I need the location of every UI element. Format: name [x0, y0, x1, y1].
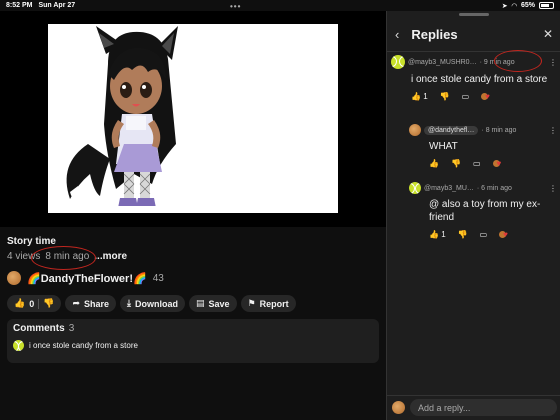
reply-input[interactable]: [410, 399, 557, 416]
comments-count: 3: [68, 323, 75, 334]
save-icon: ▤: [196, 298, 205, 308]
share-button[interactable]: ➦ Share: [65, 295, 117, 312]
more-options-icon[interactable]: ⋮: [549, 58, 557, 67]
like-count: 1: [423, 92, 428, 101]
more-options-icon[interactable]: ⋮: [549, 184, 557, 193]
subscriber-count: 43: [152, 272, 164, 284]
creator-heart-icon: ♥: [492, 159, 501, 168]
comment-age: · 8 min ago: [481, 126, 517, 134]
reply-button[interactable]: ▭: [462, 92, 470, 101]
like-count: 1: [441, 230, 446, 239]
comment-text: WHAT: [429, 141, 458, 152]
dislike-button[interactable]: 👎: [440, 92, 450, 101]
creator-heart-icon: ♥: [499, 230, 508, 239]
like-button[interactable]: 👍: [429, 159, 439, 168]
download-button[interactable]: ⤓ Download: [120, 295, 185, 312]
reply-button[interactable]: ▭: [480, 230, 488, 239]
flag-icon: ⚑: [247, 298, 256, 308]
video-frame: [48, 24, 338, 213]
replies-panel: ‹ Replies ✕ @mayb3_MUSHR0… · 9 min ago ⋮…: [386, 11, 560, 420]
annotation-circle: [31, 246, 96, 270]
reply-comment: @mayb3_MU… · 6 min ago ⋮ @ also a toy fr…: [409, 182, 557, 239]
reply-button[interactable]: ▭: [473, 159, 481, 168]
comment-preview-text: i once stole candy from a store: [29, 341, 138, 350]
wifi-icon: ◠: [511, 2, 517, 10]
close-icon[interactable]: ✕: [543, 27, 553, 41]
battery-icon: [539, 2, 554, 9]
download-icon: ⤓: [127, 298, 131, 308]
more-options-icon[interactable]: ⋮: [549, 126, 557, 135]
status-date: Sun Apr 27: [38, 2, 76, 9]
share-icon: ➦: [72, 298, 80, 308]
reply-comment: @dandythefl… · 8 min ago ⋮ WHAT 👍 👎 ▭ ♥: [409, 124, 557, 168]
channel-name[interactable]: 🌈DandyTheFlower!🌈: [27, 272, 147, 285]
comment-text: @ also a toy from my ex-friend: [429, 199, 541, 223]
comments-card[interactable]: Comments 3 i once stole candy from a sto…: [7, 319, 379, 363]
battery-percent: 65%: [520, 2, 535, 9]
comments-header: Comments 3: [13, 323, 373, 334]
like-count: 0: [29, 298, 35, 309]
comment-actions: 👍 1 👎 ▭ ♥: [411, 92, 557, 101]
dislike-button[interactable]: 👎: [458, 230, 468, 239]
commenter-avatar[interactable]: [409, 124, 421, 136]
commenter-avatar: [13, 340, 24, 351]
comments-label: Comments: [13, 323, 65, 334]
channel-avatar[interactable]: [7, 271, 21, 285]
location-icon: ➤: [501, 2, 508, 10]
user-avatar: [392, 401, 405, 414]
comment-preview[interactable]: i once stole candy from a store: [13, 340, 373, 351]
thumbs-down-icon[interactable]: 👎: [43, 298, 54, 309]
action-row: 👍 0 👎 ➦ Share ⤓ Download ▤ Save ⚑ Report: [7, 295, 296, 312]
like-button[interactable]: 👍 1: [429, 230, 446, 239]
dislike-button[interactable]: 👎: [451, 159, 461, 168]
creator-heart-icon: ♥: [481, 92, 490, 101]
video-title: Story time: [7, 236, 56, 247]
video-player[interactable]: [0, 11, 386, 227]
back-chevron-icon[interactable]: ‹: [395, 27, 399, 42]
commenter-avatar[interactable]: [391, 55, 405, 69]
multitask-dots-icon: •••: [230, 2, 242, 11]
comment-author[interactable]: @mayb3_MU…: [424, 185, 474, 192]
like-dislike-pill[interactable]: 👍 0 👎: [7, 295, 62, 312]
comment-author[interactable]: @dandythefl…: [424, 125, 479, 135]
like-button[interactable]: 👍 1: [411, 92, 428, 101]
annotation-circle: [494, 50, 542, 72]
report-button[interactable]: ⚑ Report: [240, 295, 296, 312]
status-time: 8:52 PM: [6, 2, 33, 9]
replies-title: Replies: [411, 26, 458, 42]
thumbs-up-icon[interactable]: 👍: [14, 298, 25, 309]
comment-author[interactable]: @mayb3_MUSHR0…: [408, 59, 477, 66]
gacha-character-image: [66, 26, 178, 210]
save-button[interactable]: ▤ Save: [189, 295, 237, 312]
commenter-avatar[interactable]: [409, 182, 421, 194]
comment-actions: 👍 1 👎 ▭ ♥: [429, 230, 557, 239]
more-link[interactable]: ...more: [94, 251, 127, 262]
comment-age: · 6 min ago: [476, 184, 512, 192]
comment-text: i once stole candy from a store: [411, 74, 548, 85]
comment-actions: 👍 👎 ▭ ♥: [429, 159, 557, 168]
status-bar: 8:52 PM Sun Apr 27 ••• ➤ ◠ 65%: [0, 0, 560, 11]
channel-row[interactable]: 🌈DandyTheFlower!🌈 43: [7, 271, 164, 285]
drag-handle[interactable]: [459, 13, 489, 16]
video-pane: Story time 4 views 8 min ago ...more 🌈Da…: [0, 0, 386, 420]
reply-composer: [392, 399, 557, 416]
replies-header: ‹ Replies ✕: [387, 22, 560, 46]
